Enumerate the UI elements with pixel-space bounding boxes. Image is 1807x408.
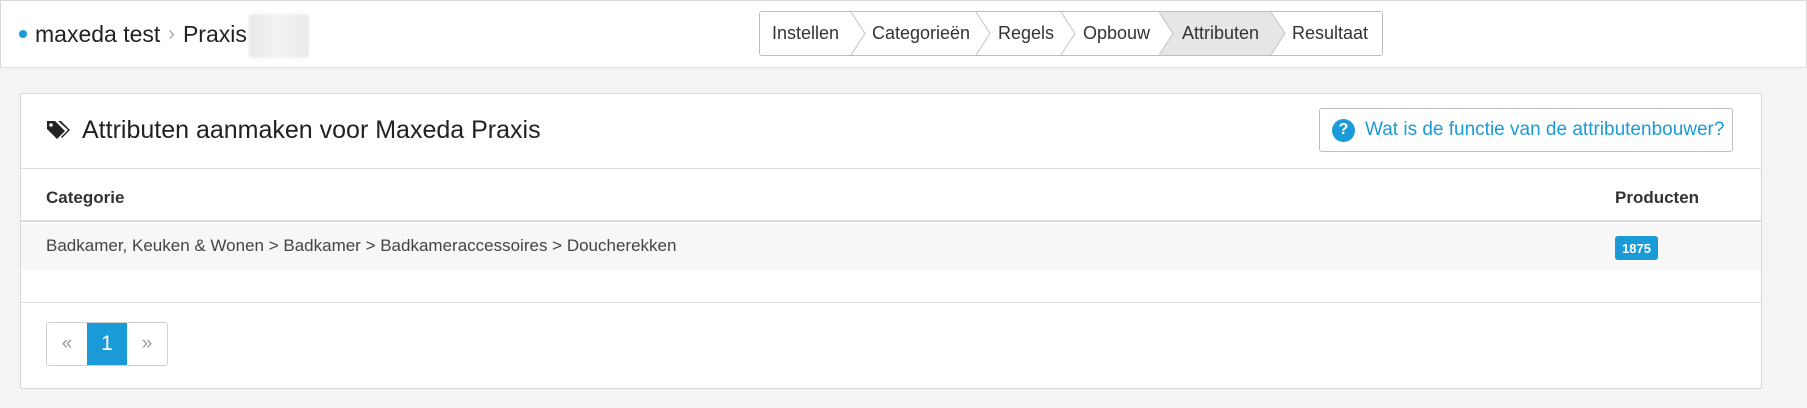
table-row[interactable]: Badkamer, Keuken & Wonen > Badkamer > Ba… bbox=[21, 224, 1761, 270]
panel-title: Attributen aanmaken voor Maxeda Praxis bbox=[46, 116, 541, 145]
panel-title-text: Attributen aanmaken voor Maxeda Praxis bbox=[82, 116, 541, 144]
column-header-category[interactable]: Categorie bbox=[46, 188, 124, 208]
product-count-badge: 1875 bbox=[1615, 236, 1658, 260]
breadcrumb-project[interactable]: maxeda test bbox=[35, 21, 160, 48]
step-instellen[interactable]: Instellen bbox=[760, 12, 866, 55]
step-attributen[interactable]: Attributen bbox=[1160, 12, 1286, 55]
divider bbox=[21, 302, 1761, 303]
column-header-products[interactable]: Producten bbox=[1615, 188, 1699, 208]
step-opbouw[interactable]: Opbouw bbox=[1062, 12, 1174, 55]
pagination: « 1 » bbox=[46, 322, 168, 366]
step-resultaat[interactable]: Resultaat bbox=[1272, 12, 1382, 55]
pagination-page-current[interactable]: 1 bbox=[87, 323, 127, 365]
step-arrow-icon bbox=[851, 12, 866, 55]
help-button[interactable]: ? Wat is de functie van de attributenbou… bbox=[1319, 108, 1733, 152]
step-label: Categorieën bbox=[872, 23, 971, 43]
attributes-panel: Attributen aanmaken voor Maxeda Praxis ?… bbox=[20, 93, 1762, 389]
question-circle-icon: ? bbox=[1332, 118, 1355, 142]
category-path: Badkamer, Keuken & Wonen > Badkamer > Ba… bbox=[46, 236, 677, 255]
step-label: Resultaat bbox=[1292, 23, 1369, 43]
step-categorieen[interactable]: Categorieën bbox=[852, 12, 991, 55]
pagination-prev[interactable]: « bbox=[47, 323, 87, 365]
tags-icon bbox=[47, 120, 70, 139]
chevron-right-icon: › bbox=[168, 22, 175, 45]
step-arrow-icon bbox=[1159, 12, 1174, 55]
step-arrow-icon bbox=[1271, 12, 1286, 55]
help-button-label: Wat is de functie van de attributenbouwe… bbox=[1365, 119, 1725, 140]
status-dot-icon bbox=[19, 30, 27, 38]
step-label: Attributen bbox=[1182, 23, 1260, 43]
step-arrow-icon bbox=[976, 12, 991, 55]
wizard-steps: Instellen Categorieën Regels Opbouw Attr… bbox=[759, 11, 1383, 56]
table-header: Categorie Producten bbox=[21, 170, 1761, 222]
step-label: Instellen bbox=[772, 23, 840, 43]
breadcrumb: maxeda test › Praxis bbox=[19, 14, 309, 58]
step-arrow-icon bbox=[1061, 12, 1076, 55]
pagination-next[interactable]: » bbox=[127, 323, 167, 365]
top-bar: maxeda test › Praxis Instellen Categorie… bbox=[0, 0, 1807, 68]
breadcrumb-client[interactable]: Praxis bbox=[183, 21, 247, 48]
panel-header: Attributen aanmaken voor Maxeda Praxis ?… bbox=[21, 94, 1761, 169]
redacted-text bbox=[248, 14, 309, 58]
